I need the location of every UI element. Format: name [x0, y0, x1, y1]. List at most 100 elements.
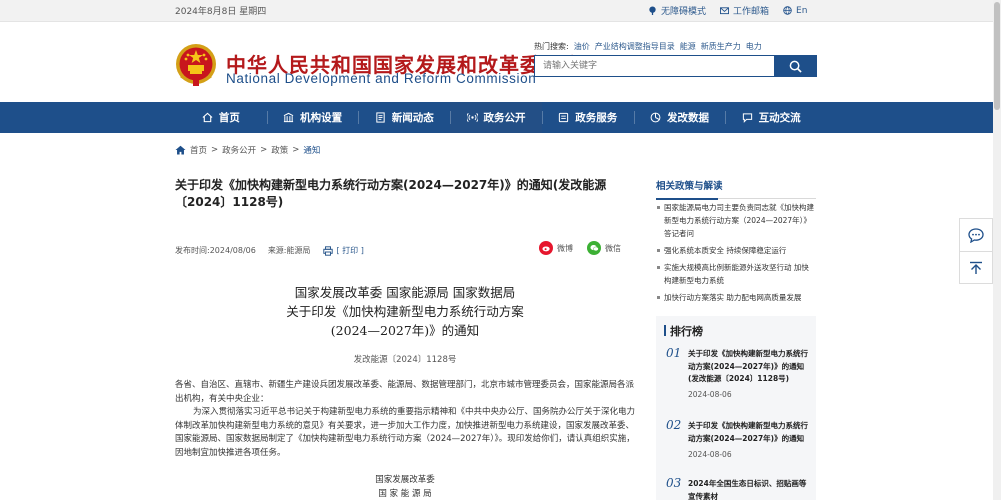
share-bar: 微博 微信 — [539, 241, 621, 255]
utility-links: 无障碍模式 工作邮箱 En — [648, 4, 807, 17]
breadcrumb-separator: > — [211, 145, 219, 155]
site-header: 中华人民共和国国家发展和改革委员会 National Development a… — [0, 22, 1001, 102]
home-icon — [202, 112, 213, 123]
publish-label: 发布时间: — [175, 246, 210, 255]
nav-label: 发改数据 — [666, 112, 709, 124]
hot-keyword[interactable]: 产业结构调整指导目录 — [595, 41, 675, 52]
printer-icon — [322, 245, 333, 256]
related-policy-link[interactable]: 强化系统本质安全 持续保障稳定运行 — [656, 244, 816, 257]
breadcrumb-item[interactable]: 政务公开 — [222, 144, 256, 156]
site-title-english[interactable]: National Development and Reform Commissi… — [226, 71, 536, 86]
nav-label: 政务服务 — [575, 112, 618, 124]
nav-item-home[interactable]: 首页 — [175, 102, 267, 133]
accessibility-label: 无障碍模式 — [661, 7, 707, 17]
hot-keyword[interactable]: 油价 — [574, 41, 590, 52]
hot-keyword[interactable]: 新质生产力 — [701, 41, 741, 52]
ranking-title[interactable]: 2024年全国生态日标识、招贴画等宣传素材 — [688, 478, 808, 500]
pie-chart-icon — [650, 112, 661, 123]
search-icon — [789, 60, 802, 73]
building-icon — [283, 112, 294, 123]
related-policy-link[interactable]: 加快行动方案落实 助力配电网高质量发展 — [656, 291, 816, 304]
ranking-title[interactable]: 关于印发《加快构建新型电力系统行动方案(2024—2027年)》的通知 — [688, 420, 808, 445]
service-icon — [559, 112, 569, 123]
document-heading: 国家发展改革委 国家能源局 国家数据局 关于印发《加快构建新型电力系统行动方案 … — [175, 283, 635, 340]
share-wechat-button[interactable]: 微信 — [587, 241, 621, 255]
article-meta: 发布时间:2024/08/06 来源:能源局 [ 打印 ] — [175, 245, 364, 256]
scrollbar-thumb[interactable] — [994, 2, 1000, 110]
broadcast-icon — [466, 113, 478, 122]
search-button[interactable] — [774, 56, 816, 76]
document-heading-line: 国家发展改革委 国家能源局 国家数据局 — [294, 285, 516, 300]
related-policies-list: 国家能源局电力司主要负责同志就《加快构建新型电力系统行动方案（2024—2027… — [656, 201, 816, 308]
nav-item-government-affairs[interactable]: 政务公开 — [450, 102, 542, 133]
print-label: [ 打印 ] — [336, 246, 364, 255]
document-number: 发改能源〔2024〕1128号 — [353, 355, 457, 365]
article-title: 关于印发《加快构建新型电力系统行动方案(2024—2027年)》的通知(发改能源… — [175, 178, 607, 209]
publish-info: 发布时间:2024/08/06 — [175, 245, 256, 256]
hot-keyword[interactable]: 能源 — [680, 41, 696, 52]
search-input[interactable] — [535, 56, 774, 76]
news-icon — [376, 112, 385, 123]
ranking-heading: 排行榜 — [664, 325, 703, 338]
breadcrumb-item[interactable]: 政策 — [271, 144, 288, 156]
back-to-top-button[interactable] — [960, 251, 992, 283]
nav-label: 机构设置 — [300, 112, 343, 124]
nav-label: 互动交流 — [758, 112, 801, 124]
share-weibo-button[interactable]: 微博 — [539, 241, 573, 255]
print-button[interactable]: [ 打印 ] — [322, 245, 364, 256]
source-info: 来源:能源局 — [268, 245, 311, 256]
hot-search-label: 热门搜索: — [534, 42, 569, 51]
main-nav: 首页 机构设置 新闻动态 政务公开 政务服务 发改数据 互动交流 — [0, 102, 1001, 133]
article-paragraph: 为深入贯彻落实习近平总书记关于构建新型电力系统的重要指示精神和《中共中央办公厅、… — [175, 407, 636, 458]
breadcrumb-separator: > — [260, 145, 268, 155]
related-policy-link[interactable]: 实施大规模高比例新能源外送攻坚行动 加快构建新型电力系统 — [656, 261, 816, 287]
nav-item-services[interactable]: 政务服务 — [541, 102, 634, 133]
webmail-link[interactable]: 工作邮箱 — [720, 4, 769, 17]
publish-date: 2024/08/06 — [209, 246, 256, 255]
nav-item-news[interactable]: 新闻动态 — [358, 102, 450, 133]
english-label: En — [796, 5, 808, 16]
floating-toolbar — [959, 218, 993, 284]
nav-item-interaction[interactable]: 互动交流 — [725, 102, 817, 133]
current-date: 2024年8月8日 星期四 — [175, 7, 267, 17]
ranking-title[interactable]: 关于印发《加快构建新型电力系统行动方案(2024—2027年)》的通知(发改能源… — [688, 348, 808, 386]
ranking-date: 2024-08-06 — [688, 450, 732, 459]
document-heading-line: 关于印发《加快构建新型电力系统行动方案 — [286, 304, 524, 319]
national-emblem-icon[interactable] — [175, 42, 217, 88]
ranking-number: 03 — [666, 476, 682, 490]
nav-label: 首页 — [218, 112, 240, 124]
ranking-panel: 排行榜 01 关于印发《加快构建新型电力系统行动方案(2024—2027年)》的… — [656, 316, 816, 500]
nav-item-data[interactable]: 发改数据 — [633, 102, 726, 133]
ranking-date: 2024-08-06 — [688, 390, 732, 399]
page-scrollbar[interactable] — [993, 0, 1001, 500]
related-policies-heading: 相关政策与解读 — [656, 178, 816, 200]
chat-bubble-icon — [968, 227, 984, 243]
nav-label: 新闻动态 — [391, 112, 434, 124]
feedback-button[interactable] — [960, 219, 992, 251]
signature-line: 国 家 能 源 局 — [378, 489, 432, 499]
source-label: 来源: — [267, 246, 287, 255]
signature-block: 国家发展改革委 国 家 能 源 局 — [360, 473, 450, 500]
chat-icon — [742, 113, 752, 123]
wechat-label: 微信 — [605, 243, 621, 253]
webmail-label: 工作邮箱 — [733, 7, 770, 17]
accessibility-link[interactable]: 无障碍模式 — [648, 4, 706, 17]
top-utility-bar: 2024年8月8日 星期四 无障碍模式 工作邮箱 En — [0, 0, 1001, 22]
nav-item-organization[interactable]: 机构设置 — [266, 102, 359, 133]
breadcrumb-separator: > — [292, 145, 300, 155]
weibo-icon — [539, 241, 553, 255]
hot-keyword[interactable]: 电力 — [746, 41, 762, 52]
arrow-up-icon — [970, 261, 982, 274]
hot-searches: 热门搜索: 油价 产业结构调整指导目录 能源 新质生产力 电力 — [534, 41, 762, 52]
wechat-icon — [587, 241, 601, 255]
search-box — [534, 55, 817, 77]
breadcrumb-item[interactable]: 首页 — [190, 144, 207, 156]
globe-icon — [783, 6, 792, 15]
ranking-number: 02 — [666, 418, 682, 432]
nav-label: 政务公开 — [483, 112, 526, 124]
signature-line: 国家发展改革委 — [375, 475, 435, 485]
related-policy-link[interactable]: 国家能源局电力司主要负责同志就《加快构建新型电力系统行动方案（2024—2027… — [656, 201, 816, 240]
breadcrumb: 首页 > 政务公开 > 政策 > 通知 — [175, 144, 320, 156]
breadcrumb-current[interactable]: 通知 — [303, 144, 320, 156]
english-link[interactable]: En — [783, 4, 807, 17]
